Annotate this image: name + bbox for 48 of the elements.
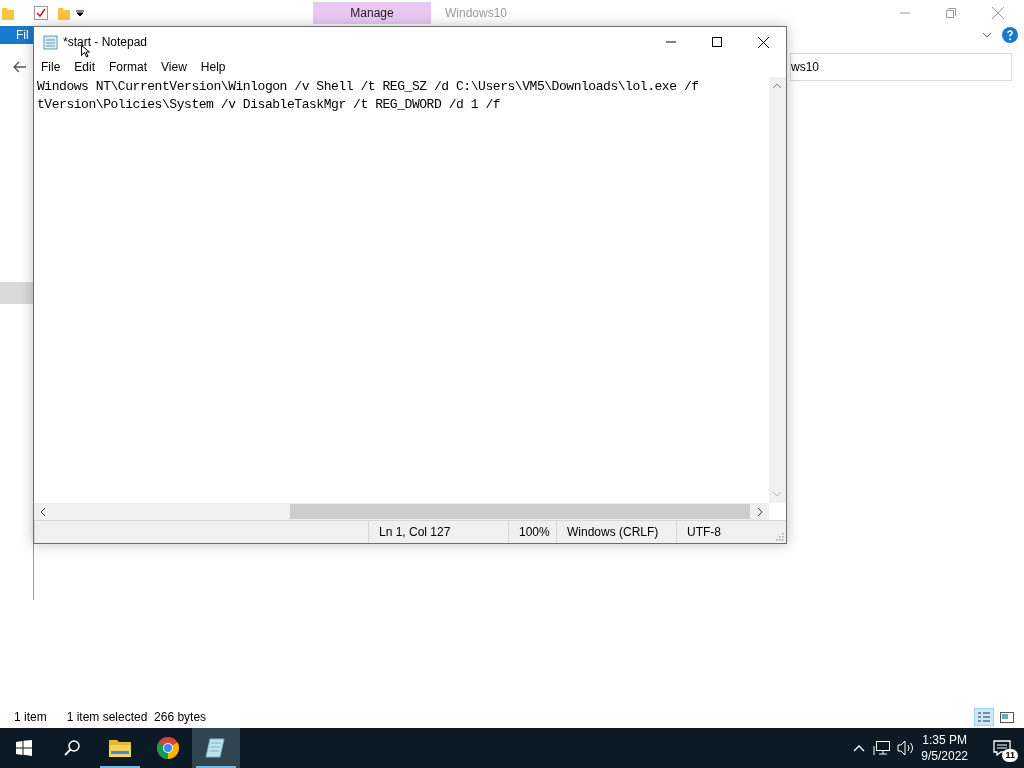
mouse-cursor-icon [81, 45, 90, 58]
text-line: Windows NT\CurrentVersion\Winlogon /v Shell /t REG_SZ /d C:\Users\VM5\Downloads\lol.exe /f [37, 78, 700, 96]
clock-text: 1:35 PM [921, 732, 968, 748]
scrollbar-thumb[interactable] [290, 504, 750, 519]
window-title: Windows10 [445, 5, 508, 22]
address-field[interactable]: ws10 [790, 53, 1012, 81]
scroll-up-icon[interactable] [773, 83, 781, 88]
back-arrow-icon[interactable] [12, 61, 26, 73]
windows-logo-icon [16, 740, 32, 756]
status-text: 100% [508, 521, 556, 543]
dropdown-icon[interactable] [76, 9, 84, 17]
status-text: 1 item selected 266 bytes [66, 709, 207, 726]
menu-item[interactable]: File [34, 58, 68, 76]
menu-item[interactable]: View [154, 58, 194, 76]
taskbar-app[interactable] [192, 728, 240, 768]
checklist-icon[interactable] [34, 6, 48, 20]
status-text: Windows (CRLF) [556, 521, 676, 543]
volume-icon[interactable] [897, 740, 916, 756]
scroll-right-icon[interactable] [758, 507, 763, 516]
vertical-scrollbar[interactable] [769, 77, 786, 503]
close-icon[interactable] [992, 7, 1004, 19]
chevron-icon[interactable] [982, 32, 992, 38]
context-tab[interactable]: Manage [313, 2, 431, 24]
notepad-icon [204, 736, 228, 760]
text-line: tVersion\Policies\System /v DisableTaskMgr /t REG_DWORD /d 1 /f [37, 96, 502, 114]
search-icon [64, 740, 80, 756]
window-title: *start - Notepad [63, 34, 149, 51]
thumbnail-view-icon[interactable] [998, 709, 1016, 725]
clock-text: 9/5/2022 [921, 748, 968, 764]
restore-icon[interactable] [946, 8, 956, 18]
chevron-up-icon[interactable] [853, 744, 866, 752]
clock[interactable]: 1:35 PM 9/5/2022 [921, 732, 968, 764]
maximize-icon [712, 37, 722, 47]
status-text: 1 item [14, 709, 47, 726]
help-icon[interactable] [1002, 27, 1018, 43]
menu-item[interactable]: Format [102, 58, 155, 76]
status-text: UTF-8 [676, 521, 776, 543]
menu-item[interactable]: Edit [67, 58, 103, 76]
menu-item[interactable]: Help [193, 58, 233, 76]
status-text: Ln 1, Col 127 [368, 521, 508, 543]
notification-button[interactable]: 11 [980, 728, 1024, 768]
close-icon [757, 36, 769, 48]
resize-grip-icon[interactable] [776, 533, 784, 541]
file-tab[interactable]: Fil [0, 26, 33, 44]
notification-badge: 11 [1002, 749, 1018, 762]
chrome-icon [156, 736, 180, 760]
network-icon[interactable] [873, 740, 892, 756]
scroll-left-icon[interactable] [40, 507, 45, 516]
